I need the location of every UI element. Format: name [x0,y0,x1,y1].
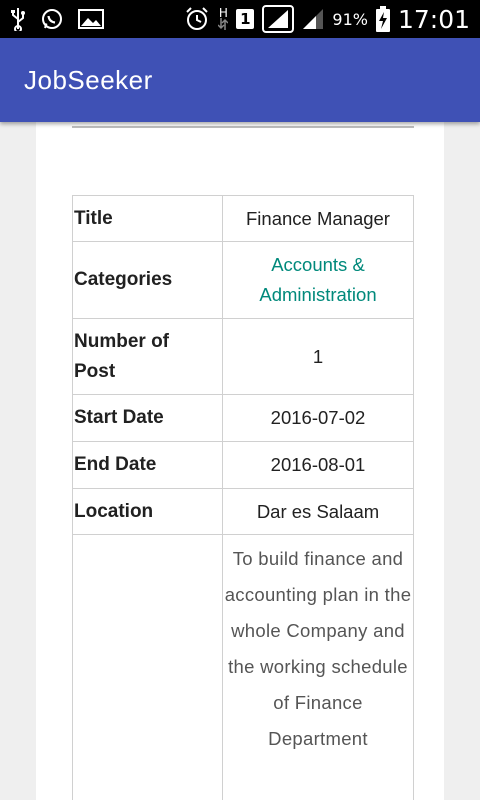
alarm-icon [184,7,210,31]
hsdpa-icon: H [218,7,229,31]
table-row: End Date 2016-08-01 [72,441,414,489]
status-bar: H 1 91% 17:01 [0,0,480,38]
start-date-value: 2016-07-02 [222,394,414,442]
app-bar: JobSeeker [0,38,480,122]
title-label: Title [72,195,223,242]
table-row: Location Dar es Salaam [72,488,414,535]
battery-percent: 91% [332,9,368,29]
number-of-post-value: 1 [222,318,414,395]
table-row: Categories Accounts & Administration [72,241,414,319]
usb-icon [10,7,26,31]
description-value: To build finance and accounting plan in … [222,534,414,800]
whatsapp-icon [40,7,64,31]
signal-partial-icon [302,7,324,31]
table-row: Start Date 2016-07-02 [72,394,414,442]
sim-1-icon: 1 [236,9,255,29]
divider [72,126,414,128]
clock-time: 17:01 [397,4,470,34]
table-row: Title Finance Manager [72,195,414,242]
image-icon [78,7,104,31]
table-row: To build finance and accounting plan in … [72,534,414,800]
job-detail-card: Title Finance Manager Categories Account… [36,122,444,800]
battery-charging-icon [375,6,390,32]
location-value: Dar es Salaam [222,488,414,535]
table-row: Number of Post 1 [72,318,414,395]
job-details-table: Title Finance Manager Categories Account… [72,195,414,800]
location-label: Location [72,488,223,535]
start-date-label: Start Date [72,394,223,442]
number-of-post-label: Number of Post [72,318,223,395]
description-label [72,534,223,800]
end-date-label: End Date [72,441,223,489]
signal-full-icon [262,5,295,33]
category-link[interactable]: Accounts & Administration [222,241,414,319]
categories-label: Categories [72,241,223,319]
app-title: JobSeeker [24,64,153,95]
end-date-value: 2016-08-01 [222,441,414,489]
title-value: Finance Manager [222,195,414,242]
